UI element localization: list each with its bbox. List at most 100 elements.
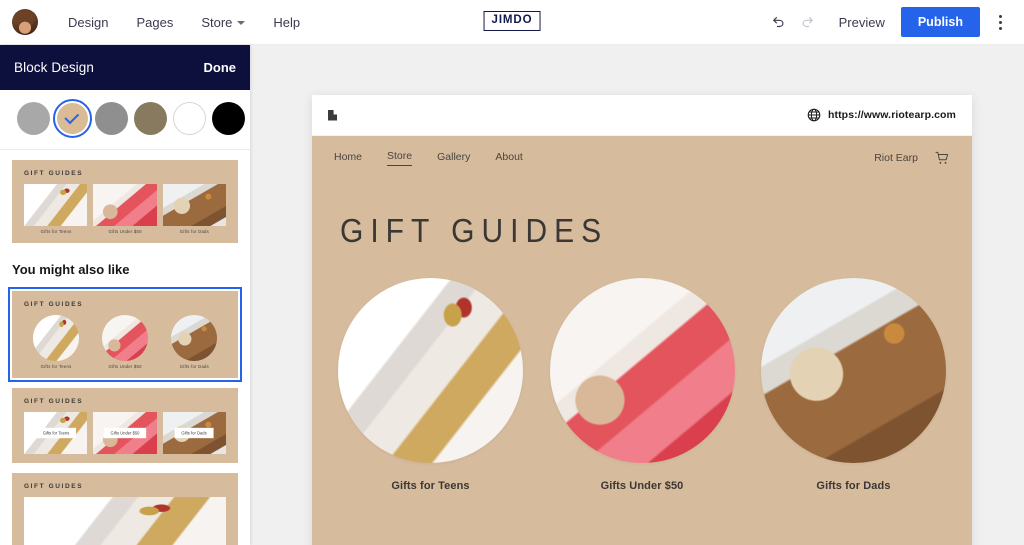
suggestions-heading: You might also like: [12, 262, 130, 277]
preview-button[interactable]: Preview: [823, 9, 901, 36]
thumb-row: Gifts for Teens Gifts Under $50 Gifts fo…: [24, 184, 226, 234]
site-nav-gallery[interactable]: Gallery: [437, 151, 470, 166]
thumb-row: Gifts for Teens Gifts Under $50 Gifts fo…: [24, 315, 226, 369]
card-caption: Gifts for Dads: [816, 480, 891, 492]
thumb-caption: Gifts for Teens: [35, 427, 76, 439]
chevron-down-icon: [237, 21, 246, 25]
card-photo: [338, 278, 523, 463]
card-caption: Gifts for Teens: [391, 480, 470, 492]
thumb-item: Gifts for Teens: [24, 412, 88, 454]
page-title: GIFT GUIDES: [340, 213, 609, 250]
thumb-item: Gifts for Dads: [162, 184, 226, 235]
thumb-caption: Gifts Under $50: [108, 229, 142, 235]
thumb-photo: [32, 315, 79, 361]
gift-card-dads[interactable]: Gifts for Dads: [761, 278, 946, 492]
gift-guide-cards: Gifts for Teens Gifts Under $50 Gifts fo…: [312, 242, 972, 492]
site-brand[interactable]: Riot Earp: [874, 152, 918, 164]
avatar[interactable]: [12, 9, 38, 35]
shopping-cart-icon[interactable]: [934, 150, 950, 166]
swatch-fill: [17, 102, 50, 135]
swatch-fill: [173, 102, 206, 135]
url-group[interactable]: https://www.riotearp.com: [807, 108, 956, 122]
site-nav-store[interactable]: Store: [387, 150, 413, 166]
swatch-white[interactable]: [170, 99, 209, 138]
panel-header: Block Design Done: [0, 45, 250, 90]
layout-option-overlay-chip[interactable]: GIFT GUIDES Gifts for Teens Gifts Under …: [12, 388, 238, 463]
thumb-row: [24, 497, 226, 545]
nav-item-design[interactable]: Design: [54, 9, 122, 36]
check-icon: [64, 108, 80, 124]
color-swatch-row: [0, 90, 250, 150]
thumb-item: Gifts Under $50: [93, 412, 157, 454]
thumb-item: Gifts Under $50: [93, 315, 156, 369]
site-favicon: [328, 109, 337, 121]
thumb-item: Gifts for Teens: [24, 315, 87, 369]
nav-item-label: Design: [68, 14, 109, 30]
swatch-tan[interactable]: [53, 99, 92, 138]
panel-title: Block Design: [14, 60, 94, 75]
jimdo-logo: JIMDO: [483, 11, 541, 31]
card-caption: Gifts Under $50: [600, 480, 684, 492]
thumb-photo: [24, 497, 226, 545]
done-button[interactable]: Done: [204, 60, 237, 75]
gift-card-teens[interactable]: Gifts for Teens: [338, 278, 523, 492]
app-top-bar: Design Pages Store Help JIMDO Preview Pu…: [0, 0, 1024, 45]
current-block-preview[interactable]: GIFT GUIDES Gifts for Teens Gifts Under …: [12, 160, 238, 243]
thumb-photo: [24, 184, 88, 226]
app-main-nav: Design Pages Store Help: [54, 9, 314, 36]
swatch-gray-light[interactable]: [14, 99, 53, 138]
thumb-item: Gifts for Teens: [24, 184, 88, 234]
thumb-inner: GIFT GUIDES: [12, 473, 238, 545]
nav-item-help[interactable]: Help: [259, 9, 314, 36]
layout-option-single-wide[interactable]: GIFT GUIDES: [12, 473, 238, 545]
thumb-title: GIFT GUIDES: [24, 483, 84, 490]
thumb-photo: [171, 315, 218, 361]
thumb-title: GIFT GUIDES: [24, 398, 84, 405]
thumb-caption: Gifts for Dads: [179, 364, 209, 370]
thumb-row: Gifts for Teens Gifts Under $50 Gifts fo…: [24, 412, 226, 454]
thumb-photo: [162, 184, 226, 226]
url-text: https://www.riotearp.com: [827, 109, 956, 121]
thumb-item: Gifts for Dads: [163, 315, 226, 369]
redo-icon[interactable]: [793, 7, 823, 37]
kebab-menu-icon[interactable]: [986, 7, 1014, 37]
thumb-caption: Gifts for Dads: [179, 229, 209, 235]
thumb-caption: Gifts Under $50: [103, 427, 147, 439]
swatch-gray-medium[interactable]: [92, 99, 131, 138]
thumb-inner: GIFT GUIDES Gifts for Teens Gifts Under …: [12, 160, 238, 243]
website-preview: Home Store Gallery About Riot Earp GIFT …: [312, 136, 972, 545]
thumb-title: GIFT GUIDES: [24, 170, 84, 177]
swatch-black[interactable]: [209, 99, 248, 138]
card-photo: [761, 278, 946, 463]
undo-icon[interactable]: [763, 7, 793, 37]
top-bar-actions: Preview Publish: [763, 7, 1024, 37]
editor-canvas: https://www.riotearp.com Home Store Gall…: [250, 45, 1024, 545]
thumb-item: Gifts Under $50: [93, 184, 157, 235]
thumb-inner: GIFT GUIDES Gifts for Teens Gifts Under …: [12, 388, 238, 463]
thumb-item: Gifts for Dads: [162, 412, 226, 454]
layout-option-circle[interactable]: GIFT GUIDES Gifts for Teens Gifts Under …: [8, 287, 242, 382]
browser-address-bar: https://www.riotearp.com: [312, 95, 972, 136]
site-nav-home[interactable]: Home: [334, 151, 362, 166]
thumb-inner: GIFT GUIDES Gifts for Teens Gifts Under …: [12, 291, 238, 378]
thumb-photo: [93, 184, 157, 226]
nav-item-label: Help: [273, 14, 301, 30]
publish-button[interactable]: Publish: [900, 7, 980, 37]
thumb-caption: Gifts Under $50: [108, 364, 142, 370]
globe-icon: [807, 108, 821, 122]
nav-item-store[interactable]: Store: [187, 9, 259, 36]
swatch-fill: [57, 103, 88, 134]
swatch-fill: [212, 102, 245, 135]
thumb-title: GIFT GUIDES: [24, 301, 84, 308]
site-preview-browser: https://www.riotearp.com Home Store Gall…: [312, 95, 972, 545]
thumb-caption: Gifts for Teens: [40, 364, 72, 370]
nav-item-pages[interactable]: Pages: [122, 9, 187, 36]
thumb-caption: Gifts for Dads: [174, 427, 214, 439]
swatch-olive-brown[interactable]: [131, 99, 170, 138]
site-nav: Home Store Gallery About Riot Earp: [312, 136, 972, 166]
nav-item-label: Pages: [136, 14, 174, 30]
swatch-fill: [95, 102, 128, 135]
gift-card-under-50[interactable]: Gifts Under $50: [549, 278, 735, 492]
site-nav-about[interactable]: About: [495, 151, 522, 166]
nav-item-label: Store: [201, 14, 233, 30]
